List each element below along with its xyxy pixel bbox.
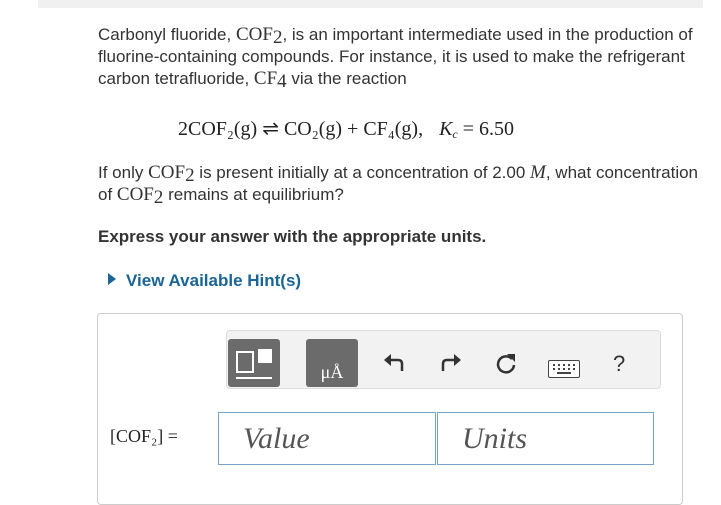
redo-button[interactable] bbox=[437, 349, 465, 377]
reaction-equation: 2COF₂(g) ⇌ CO₂(g) + CF₄(g), Kc = 6.50 bbox=[178, 116, 514, 141]
expand-triangle-icon bbox=[108, 273, 116, 285]
equation-text: 2COF₂(g) ⇌ CO₂(g) + CF₄(g), bbox=[178, 118, 424, 140]
question-ask: If only COF2 is present initially at a c… bbox=[98, 162, 699, 208]
units-button[interactable]: μÅ bbox=[306, 339, 358, 387]
question-intro: Carbonyl fluoride, COF2, is an important… bbox=[98, 24, 693, 92]
answer-label: [COF₂] = bbox=[110, 426, 178, 446]
kc-symbol: Kc bbox=[439, 118, 458, 141]
instructions: Express your answer with the appropriate… bbox=[98, 227, 487, 246]
help-icon[interactable]: ? bbox=[613, 351, 625, 377]
redo-icon bbox=[441, 354, 461, 371]
keyboard-icon[interactable] bbox=[548, 360, 580, 378]
reset-icon bbox=[496, 354, 516, 374]
view-hints-link[interactable]: View Available Hint(s) bbox=[108, 271, 301, 291]
units-input[interactable] bbox=[437, 412, 654, 465]
units-icon: μÅ bbox=[320, 362, 344, 382]
templates-button[interactable] bbox=[228, 339, 280, 387]
undo-icon bbox=[384, 354, 404, 371]
top-bar bbox=[38, 0, 703, 8]
kc-value: = 6.50 bbox=[457, 118, 515, 140]
undo-button[interactable] bbox=[380, 349, 408, 377]
reset-button[interactable] bbox=[492, 349, 520, 377]
value-input[interactable] bbox=[218, 412, 436, 465]
